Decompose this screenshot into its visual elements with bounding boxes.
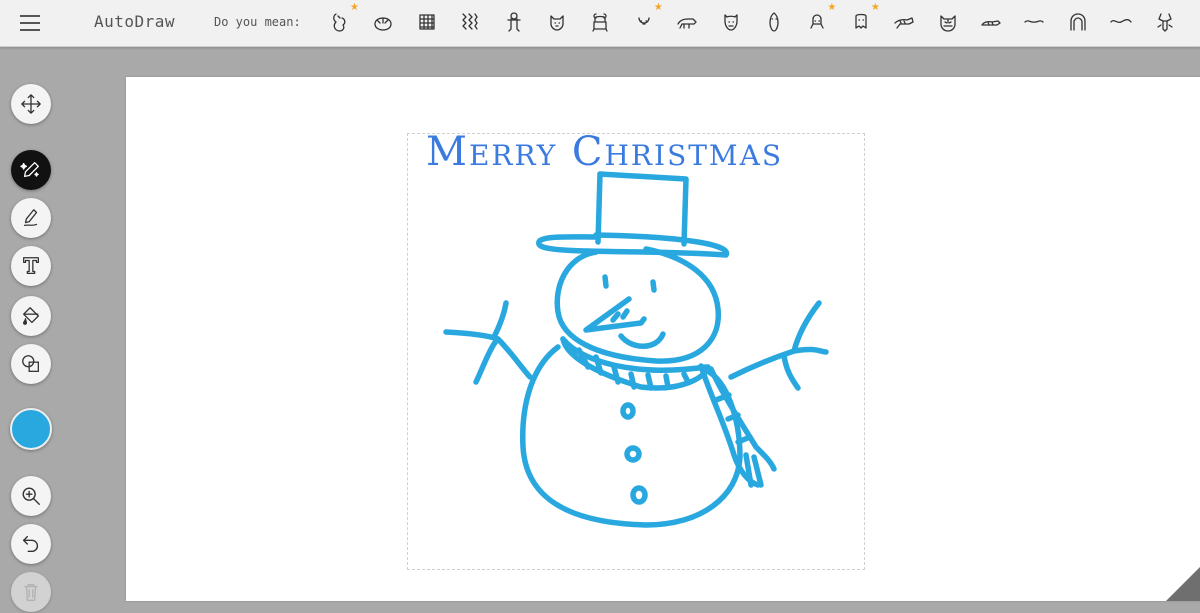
draw-tool-button[interactable] xyxy=(11,198,51,238)
penguin-icon xyxy=(769,12,779,32)
bear-sketch-icon xyxy=(333,13,346,32)
lying-animal-icon xyxy=(981,20,1001,26)
fill-tool-button[interactable] xyxy=(11,296,51,336)
zoom-icon xyxy=(22,487,40,505)
suggestion-tiger[interactable] xyxy=(890,6,918,38)
autodraw-tool-button[interactable] xyxy=(11,150,51,190)
suggestion-polar-bear[interactable] xyxy=(673,6,701,38)
snowman-drawing[interactable] xyxy=(126,77,1200,601)
pencil-icon xyxy=(23,209,38,226)
drawing-canvas[interactable]: Merry Christmas xyxy=(126,77,1200,601)
suggestion-bush[interactable] xyxy=(369,6,397,38)
ghost-bear-icon xyxy=(855,13,867,29)
shape-tool-button[interactable] xyxy=(11,344,51,384)
suggestion-lobster[interactable] xyxy=(1151,6,1179,38)
trash-icon xyxy=(24,583,38,601)
star-icon: ★ xyxy=(870,2,880,13)
menu-icon[interactable] xyxy=(18,11,44,35)
polar-bear-icon xyxy=(677,18,697,29)
bush-icon xyxy=(374,17,393,31)
delete-button[interactable] xyxy=(11,572,51,612)
suggestion-small-bear[interactable]: ★ xyxy=(803,2,836,38)
tiger-face-icon xyxy=(939,15,956,32)
teddy-bear-icon xyxy=(592,13,609,32)
tiger-icon xyxy=(894,17,914,29)
dog-face-icon xyxy=(550,15,564,31)
star-icon: ★ xyxy=(653,2,663,13)
suggestion-polar-bear-face[interactable]: ★ xyxy=(630,2,663,38)
zoom-tool-button[interactable] xyxy=(11,476,51,516)
suggestions-label: Do you mean: xyxy=(214,15,301,29)
page-curl xyxy=(1166,567,1200,601)
suggestion-lying-animal[interactable] xyxy=(977,6,1005,38)
suggestion-mustache[interactable] xyxy=(1020,6,1048,38)
undo-button[interactable] xyxy=(11,524,51,564)
app-title: AutoDraw xyxy=(94,12,176,31)
color-swatch[interactable] xyxy=(10,408,52,450)
undo-icon xyxy=(22,535,39,553)
star-icon: ★ xyxy=(827,2,837,13)
waffle-icon xyxy=(419,14,435,30)
top-bar: AutoDraw Do you mean: ★ ★ ★ ★ xyxy=(0,0,1200,47)
fill-icon xyxy=(23,307,39,325)
lobster-icon xyxy=(1156,13,1173,32)
star-icon: ★ xyxy=(350,2,359,13)
suggestion-teddy-bear[interactable] xyxy=(586,6,614,38)
suggestion-dog-face[interactable] xyxy=(543,6,571,38)
small-bear-icon xyxy=(810,14,825,29)
suggestion-gingerbread[interactable] xyxy=(500,6,528,38)
polar-bear-face-icon xyxy=(638,17,650,25)
autodraw-icon xyxy=(20,162,39,178)
suggestion-waffle[interactable] xyxy=(413,6,441,38)
move-icon xyxy=(21,94,41,114)
suggestion-tiger-face[interactable] xyxy=(934,6,962,38)
gingerbread-icon xyxy=(506,12,521,32)
bear-face-icon xyxy=(723,14,738,31)
suggestion-bear-sketch[interactable]: ★ xyxy=(326,2,359,38)
suggestion-bear-face[interactable] xyxy=(717,6,745,38)
mustache-icon xyxy=(1024,20,1045,23)
suggestion-hair-arch[interactable] xyxy=(1064,6,1092,38)
suggestion-penguin[interactable] xyxy=(760,6,788,38)
shape-icon xyxy=(22,355,39,372)
move-tool-button[interactable] xyxy=(11,84,51,124)
hair-arch-icon xyxy=(1070,13,1086,31)
suggestion-fur-texture[interactable] xyxy=(456,6,484,38)
suggestion-ghost-bear[interactable]: ★ xyxy=(847,2,880,38)
fur-texture-icon xyxy=(462,13,478,30)
suggestion-strip: ★ ★ ★ ★ xyxy=(326,2,1200,40)
wave-line-icon xyxy=(1110,19,1132,24)
type-tool-button[interactable] xyxy=(11,246,51,286)
suggestion-wave-line[interactable] xyxy=(1107,6,1135,38)
text-icon xyxy=(23,257,39,274)
tool-sidebar xyxy=(0,60,62,613)
